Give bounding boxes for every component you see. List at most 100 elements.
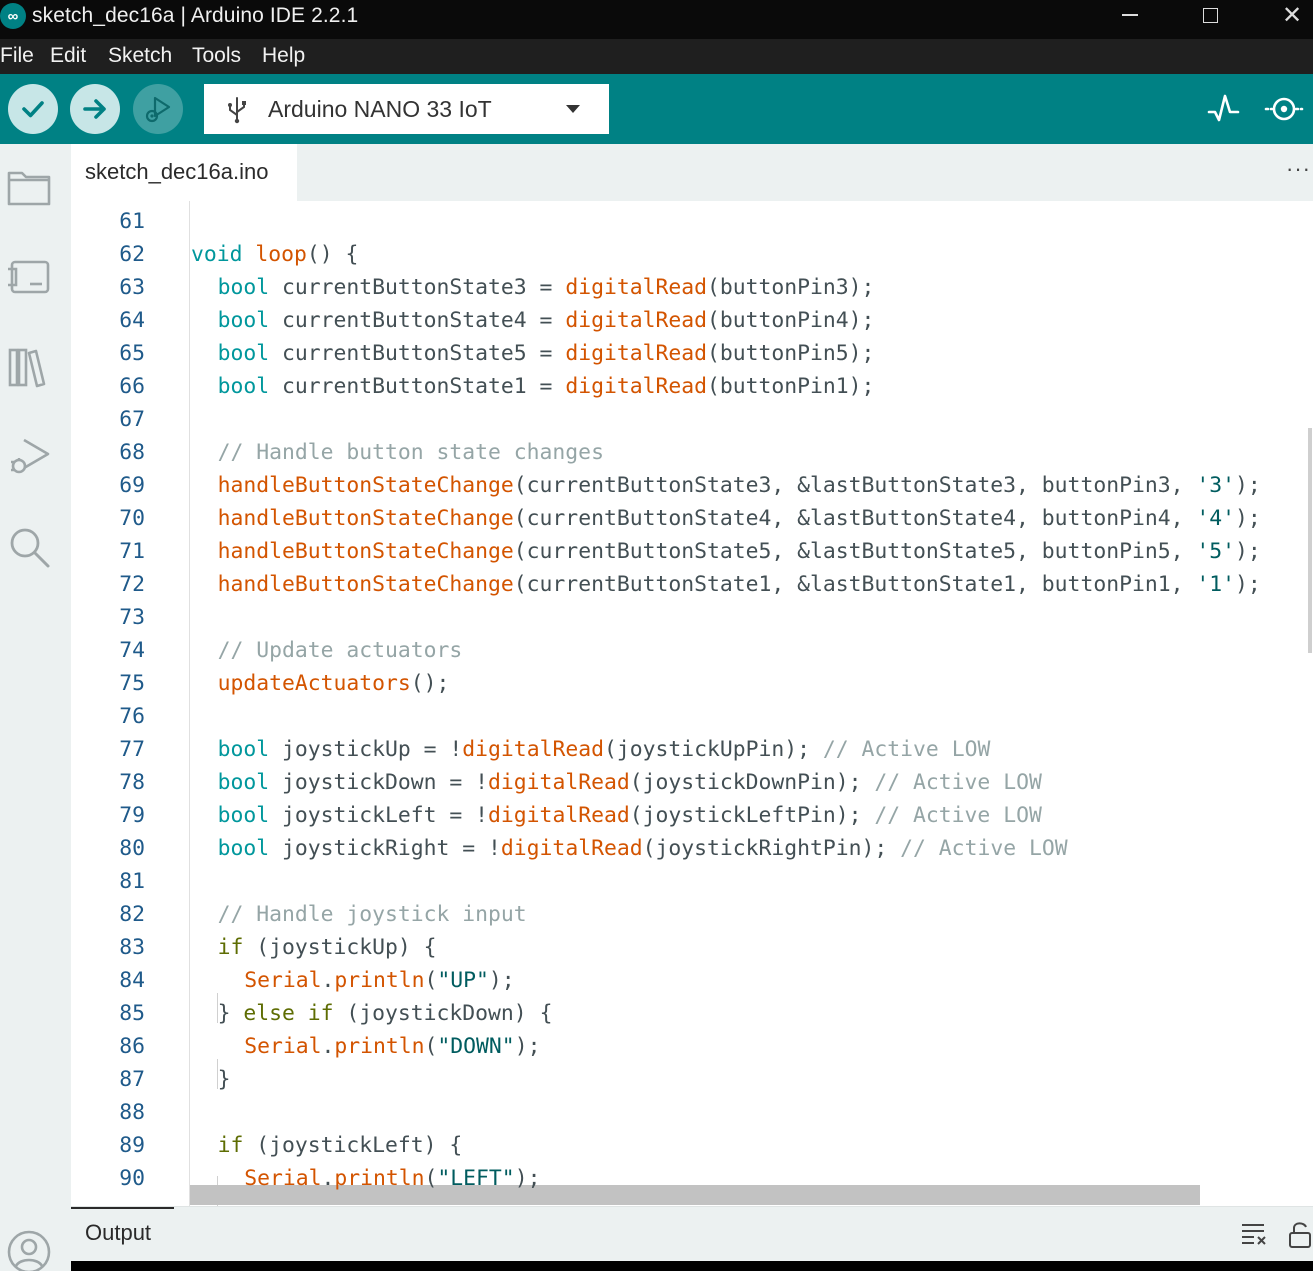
code-token: bool — [217, 803, 270, 828]
code-line[interactable]: 70 handleButtonStateChange(currentButtonS… — [71, 502, 1313, 535]
code-token: if — [217, 1133, 244, 1158]
serial-monitor-button[interactable] — [1262, 92, 1306, 131]
board-selector[interactable]: Arduino NANO 33 IoT — [204, 84, 609, 134]
code-token: ); — [488, 968, 515, 993]
code-token: ); — [1235, 506, 1261, 531]
code-line[interactable]: 71 handleButtonStateChange(currentButtonS… — [71, 535, 1313, 568]
code-editor[interactable]: 61 62 void loop() {63 bool currentButtonSta… — [71, 201, 1313, 1206]
code-line[interactable]: 78 bool joystickDown = !digitalRead(joyst… — [71, 766, 1313, 799]
code-line[interactable]: 69 handleButtonStateChange(currentButtonS… — [71, 469, 1313, 502]
line-number: 88 — [119, 1100, 145, 1125]
code-line[interactable]: 61 — [71, 205, 1313, 238]
code-line[interactable]: 88 — [71, 1096, 1313, 1129]
maximize-button[interactable] — [1180, 0, 1240, 30]
code-line[interactable]: 79 bool joystickLeft = !digitalRead(joyst… — [71, 799, 1313, 832]
library-icon — [8, 348, 46, 388]
code-line[interactable]: 66 bool currentButtonState1 = digitalRead… — [71, 370, 1313, 403]
serial-plotter-button[interactable] — [1206, 92, 1242, 131]
account-button[interactable] — [6, 1229, 52, 1271]
line-number: 90 — [119, 1166, 145, 1191]
code-token: bool — [217, 770, 270, 795]
search-icon — [10, 528, 50, 568]
code-token: bool — [217, 374, 270, 399]
upload-button[interactable] — [70, 84, 120, 134]
code-token: (currentButtonState1, &lastButtonState1,… — [513, 572, 1197, 597]
code-text: bool joystickLeft = !digitalRead(joystic… — [218, 799, 1042, 832]
line-number: 74 — [119, 638, 145, 663]
tab-sketch-file[interactable]: sketch_dec16a.ino — [71, 144, 297, 201]
code-line[interactable]: 74 // Update actuators — [71, 634, 1313, 667]
sketchbook-button[interactable] — [6, 164, 52, 210]
code-token: handleButtonStateChange — [217, 539, 514, 564]
code-text: // Handle joystick input — [218, 898, 527, 931]
folder-icon — [7, 171, 51, 206]
output-console[interactable] — [71, 1261, 1313, 1271]
menu-edit[interactable]: Edit — [50, 44, 86, 68]
code-token: updateActuators — [217, 671, 411, 696]
scroll-lock-button[interactable] — [1288, 1221, 1312, 1254]
library-manager-button[interactable] — [6, 344, 52, 390]
code-token: digitalRead — [565, 308, 707, 333]
code-token: (buttonPin1); — [706, 374, 875, 399]
line-number: 65 — [119, 341, 145, 366]
lock-icon — [1289, 1222, 1311, 1248]
code-line[interactable]: 86 Serial.println("DOWN"); — [71, 1030, 1313, 1063]
code-text: updateActuators(); — [218, 667, 450, 700]
code-text: handleButtonStateChange(currentButtonSta… — [218, 502, 1261, 535]
code-line[interactable]: 87} — [71, 1063, 1313, 1096]
code-token: ); — [1235, 572, 1261, 597]
minimize-button[interactable] — [1100, 0, 1160, 30]
tab-label: sketch_dec16a.ino — [85, 159, 269, 184]
output-tab[interactable]: Output — [85, 1220, 151, 1246]
code-line[interactable]: 81 — [71, 865, 1313, 898]
code-line[interactable]: 65 bool currentButtonState5 = digitalRead… — [71, 337, 1313, 370]
code-line[interactable]: 75 updateActuators(); — [71, 667, 1313, 700]
line-number: 70 — [119, 506, 145, 531]
code-line[interactable]: 85} else if (joystickDown) { — [71, 997, 1313, 1030]
line-number: 68 — [119, 440, 145, 465]
output-tab-indicator — [71, 1207, 174, 1209]
line-number: 67 — [119, 407, 145, 432]
serial-plotter-icon — [1207, 94, 1240, 122]
debug-button[interactable] — [133, 84, 183, 134]
verify-button[interactable] — [8, 84, 58, 134]
code-line[interactable]: 90 Serial.println("LEFT"); — [71, 1162, 1313, 1195]
line-number: 89 — [119, 1133, 145, 1158]
code-line[interactable]: 84 Serial.println("UP"); — [71, 964, 1313, 997]
code-token: ( — [424, 1166, 438, 1191]
code-token: (buttonPin5); — [706, 341, 875, 366]
line-number: 78 — [119, 770, 145, 795]
code-line[interactable]: 82 // Handle joystick input — [71, 898, 1313, 931]
code-token: joystickRight = ! — [269, 836, 501, 861]
menu-file[interactable]: File — [0, 44, 34, 68]
line-number: 71 — [119, 539, 145, 564]
line-number: 79 — [119, 803, 145, 828]
clear-output-button[interactable] — [1240, 1221, 1268, 1250]
debug-panel-button[interactable] — [6, 434, 52, 480]
code-line[interactable]: 67 — [71, 403, 1313, 436]
code-line[interactable]: 72 handleButtonStateChange(currentButtonS… — [71, 568, 1313, 601]
code-text: Serial.println("UP"); — [244, 964, 515, 997]
code-line[interactable]: 64 bool currentButtonState4 = digitalRead… — [71, 304, 1313, 337]
code-text: } else if (joystickDown) { — [218, 997, 553, 1030]
code-token: (joystickDownPin); — [629, 770, 875, 795]
code-line[interactable]: 63 bool currentButtonState3 = digitalRead… — [71, 271, 1313, 304]
code-line[interactable]: 62 void loop() { — [71, 238, 1313, 271]
more-options-icon[interactable]: ··· — [1286, 156, 1311, 182]
code-token: bool — [217, 737, 270, 762]
close-button[interactable]: ✕ — [1262, 0, 1313, 30]
line-number: 77 — [119, 737, 145, 762]
code-line[interactable]: 77 bool joystickUp = !digitalRead(joystic… — [71, 733, 1313, 766]
close-icon: ✕ — [1281, 1, 1303, 29]
boards-manager-button[interactable] — [6, 254, 52, 300]
code-line[interactable]: 76 — [71, 700, 1313, 733]
search-button[interactable] — [6, 524, 52, 570]
code-line[interactable]: 80 bool joystickRight = !digitalRead(joys… — [71, 832, 1313, 865]
code-line[interactable]: 89 if (joystickLeft) { — [71, 1129, 1313, 1162]
code-line[interactable]: 73 — [71, 601, 1313, 634]
menu-help[interactable]: Help — [262, 44, 305, 68]
menu-sketch[interactable]: Sketch — [108, 44, 172, 68]
code-line[interactable]: 68 // Handle button state changes — [71, 436, 1313, 469]
code-line[interactable]: 83 if (joystickUp) { — [71, 931, 1313, 964]
menu-tools[interactable]: Tools — [192, 44, 241, 68]
